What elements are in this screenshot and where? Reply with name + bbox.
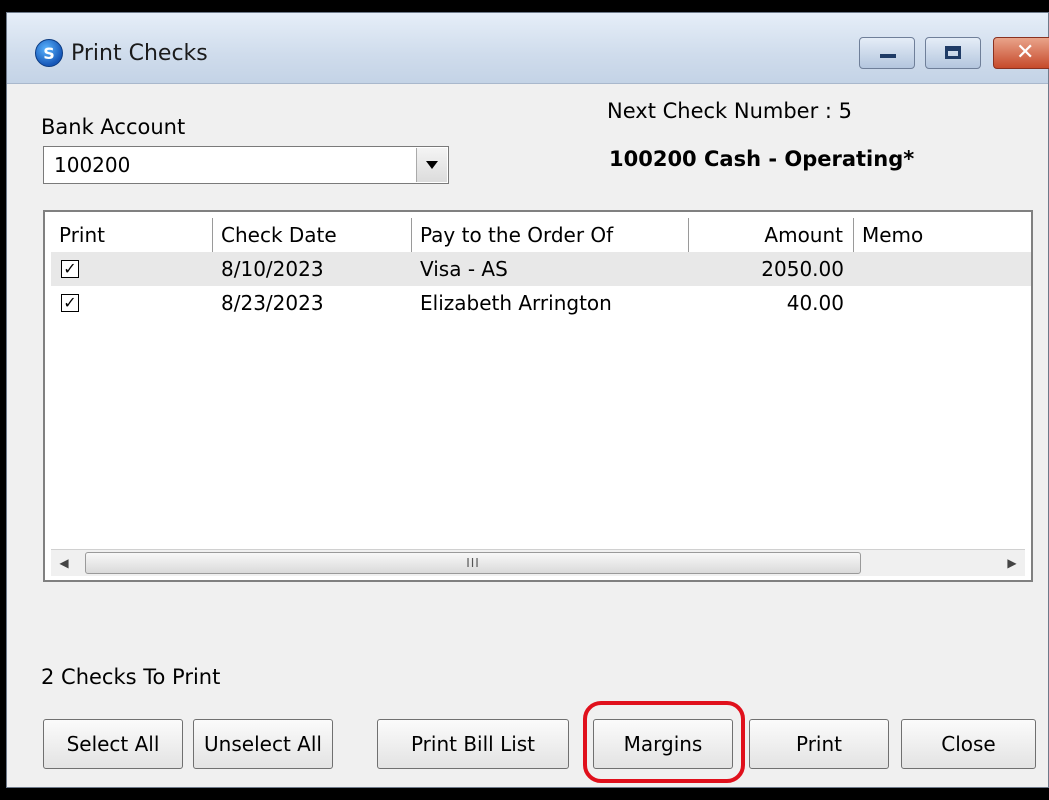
print-checks-window: S Print Checks ✕ Bank Account Next Check… bbox=[6, 12, 1049, 788]
scroll-right-icon[interactable]: ▶ bbox=[999, 550, 1025, 576]
window-title: Print Checks bbox=[71, 41, 208, 66]
minimize-button[interactable] bbox=[859, 37, 915, 69]
column-header-memo[interactable]: Memo bbox=[854, 218, 1030, 252]
close-icon: ✕ bbox=[1016, 40, 1035, 65]
column-header-check-date[interactable]: Check Date bbox=[213, 218, 412, 252]
horizontal-scrollbar[interactable]: ◀ III ▶ bbox=[51, 549, 1025, 576]
column-header-amount[interactable]: Amount bbox=[689, 218, 854, 252]
app-logo-icon: S bbox=[35, 39, 63, 67]
checks-to-print-count: 2 Checks To Print bbox=[41, 665, 221, 689]
dropdown-button[interactable] bbox=[416, 148, 447, 182]
select-all-button[interactable]: Select All bbox=[43, 719, 183, 769]
scrollbar-thumb[interactable]: III bbox=[85, 552, 861, 574]
amount-cell: 2050.00 bbox=[761, 257, 844, 281]
payee-cell: Visa - AS bbox=[420, 257, 508, 281]
table-header: Print Check Date Pay to the Order Of Amo… bbox=[51, 218, 1031, 253]
close-button[interactable]: Close bbox=[901, 719, 1036, 769]
bank-account-value: 100200 bbox=[54, 153, 131, 177]
table-row[interactable]: ✓ 8/23/2023 Elizabeth Arrington 40.00 bbox=[51, 286, 1031, 320]
print-bill-list-button[interactable]: Print Bill List bbox=[377, 719, 569, 769]
checks-table: Print Check Date Pay to the Order Of Amo… bbox=[43, 210, 1033, 582]
maximize-button[interactable] bbox=[925, 37, 981, 69]
scroll-left-icon[interactable]: ◀ bbox=[51, 550, 77, 576]
bank-account-select[interactable]: 100200 bbox=[43, 146, 449, 184]
title-bar[interactable]: S Print Checks ✕ bbox=[7, 13, 1049, 84]
bank-account-name: 100200 Cash - Operating* bbox=[609, 147, 915, 171]
check-date-cell: 8/23/2023 bbox=[221, 291, 324, 315]
bank-account-label: Bank Account bbox=[41, 115, 186, 139]
column-header-print[interactable]: Print bbox=[51, 218, 213, 252]
unselect-all-button[interactable]: Unselect All bbox=[193, 719, 333, 769]
margins-button[interactable]: Margins bbox=[593, 719, 733, 769]
column-header-payee[interactable]: Pay to the Order Of bbox=[412, 218, 689, 252]
minimize-icon bbox=[880, 54, 896, 58]
maximize-icon bbox=[945, 46, 961, 59]
print-button[interactable]: Print bbox=[749, 719, 889, 769]
print-checkbox[interactable]: ✓ bbox=[61, 294, 79, 312]
chevron-down-icon bbox=[426, 161, 438, 169]
print-checkbox[interactable]: ✓ bbox=[61, 260, 79, 278]
table-row[interactable]: ✓ 8/10/2023 Visa - AS 2050.00 bbox=[51, 252, 1031, 286]
check-date-cell: 8/10/2023 bbox=[221, 257, 324, 281]
next-check-number: Next Check Number : 5 bbox=[607, 99, 853, 123]
payee-cell: Elizabeth Arrington bbox=[420, 291, 612, 315]
amount-cell: 40.00 bbox=[786, 291, 844, 315]
close-window-button[interactable]: ✕ bbox=[993, 37, 1049, 69]
